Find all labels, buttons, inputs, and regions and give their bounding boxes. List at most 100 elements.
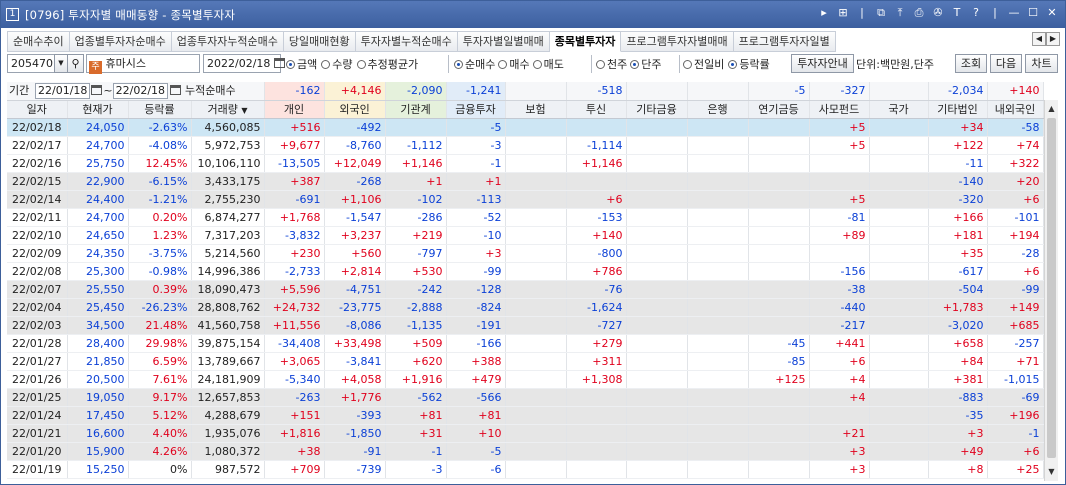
font-icon[interactable]: T <box>950 6 964 20</box>
tab-5[interactable]: 투자자별누적순매수 <box>355 31 458 52</box>
table-row[interactable]: 22/02/10 24,650 1.23% 7,317,203 -3,832 +3,237… <box>7 226 1044 245</box>
next-button[interactable]: 다음 <box>990 54 1022 73</box>
trade-option-2[interactable]: 매수 <box>498 58 530 71</box>
table-row[interactable]: 22/02/16 25,750 12.45% 10,106,110 -13,505 +12… <box>7 154 1044 173</box>
tab-9[interactable]: 프로그램투자자일별 <box>733 31 836 52</box>
amount-option-2[interactable]: 수량 <box>321 58 353 71</box>
stock-name-field[interactable]: 주 휴마시스 <box>86 54 200 74</box>
unit-option-2[interactable]: 단주 <box>630 58 662 71</box>
table-row[interactable]: 22/02/18 24,050 -2.63% 4,560,085 +516 -492 -5 +… <box>7 118 1044 137</box>
column-header[interactable]: 보험 <box>505 100 567 119</box>
table-row[interactable]: 22/01/19 15,250 0% 987,572 +709 -739 -3 -6 +3 +8 +… <box>7 460 1044 479</box>
tab-3[interactable]: 업종투자자누적순매수 <box>171 31 284 52</box>
radio-icon[interactable] <box>356 60 366 69</box>
date-input[interactable]: 2022/02/18 <box>203 54 285 73</box>
radio-icon[interactable] <box>728 60 738 69</box>
column-header[interactable]: 투신 <box>566 100 627 119</box>
ratio-option-2[interactable]: 등락률 <box>728 58 770 71</box>
ratio-option-1[interactable]: 전일비 <box>683 58 724 71</box>
column-header[interactable]: 사모펀드 <box>809 100 870 119</box>
column-header[interactable]: 연기금등 <box>748 100 810 119</box>
column-header[interactable]: 기타금융 <box>626 100 688 119</box>
amount-option-1[interactable]: 금액 <box>286 58 317 71</box>
query-button[interactable]: 조회 <box>955 54 987 73</box>
radio-icon[interactable] <box>596 60 605 69</box>
amount-option-3[interactable]: 추정평균가 <box>356 58 418 71</box>
link-icon[interactable]: ⊞ <box>836 6 850 20</box>
maximize-icon[interactable]: ☐ <box>1026 6 1040 20</box>
radio-icon[interactable] <box>630 60 640 69</box>
table-row[interactable]: 22/02/15 22,900 -6.15% 3,433,175 +387 -268 +1 +… <box>7 172 1044 191</box>
tab-6[interactable]: 투자자별일별매매 <box>457 31 550 52</box>
copy-icon[interactable]: ⧉ <box>874 6 888 20</box>
column-header[interactable]: 개인 <box>264 100 325 119</box>
pin-icon[interactable]: ✇ <box>931 6 945 20</box>
tab-left-icon[interactable]: ◀ <box>1032 32 1046 46</box>
search-icon[interactable]: ⚲ <box>67 54 84 73</box>
table-row[interactable]: 22/02/03 34,500 21.48% 41,560,758 +11,556 -8,… <box>7 316 1044 335</box>
period-to[interactable]: 22/02/18 <box>112 83 169 99</box>
column-header[interactable]: 국가 <box>869 100 929 119</box>
radio-icon[interactable] <box>286 60 295 69</box>
table-cell <box>687 154 749 173</box>
table-row[interactable]: 22/02/14 24,400 -1.21% 2,755,230 -691 +1,106-… <box>7 190 1044 209</box>
table-row[interactable]: 22/02/04 25,450 -26.23% 28,808,762 +24,732 -2… <box>7 298 1044 317</box>
scroll-thumb[interactable] <box>1047 118 1056 458</box>
tab-7[interactable]: 종목별투자자 <box>549 31 622 52</box>
table-row[interactable]: 22/01/21 16,600 4.40% 1,935,076 +1,816 -1,850… <box>7 424 1044 443</box>
scroll-down-icon[interactable]: ▼ <box>1045 465 1058 479</box>
upload-icon[interactable]: ⤒ <box>893 6 907 20</box>
help-icon[interactable]: ? <box>969 6 983 20</box>
tab-8[interactable]: 프로그램투자자별매매 <box>621 31 734 52</box>
unit-option-1[interactable]: 천주 <box>596 58 627 71</box>
radio-icon[interactable] <box>498 60 508 69</box>
calendar-icon[interactable] <box>91 85 103 96</box>
tab-2[interactable]: 업종별투자자순매수 <box>69 31 172 52</box>
next-icon[interactable]: ▸ <box>817 6 831 20</box>
column-header[interactable]: 기관계 <box>385 100 447 119</box>
column-header[interactable]: 현재가 <box>67 100 129 119</box>
column-header[interactable]: 내외국인 <box>987 100 1044 119</box>
close-icon[interactable]: ✕ <box>1045 6 1059 20</box>
chart-button[interactable]: 차트 <box>1025 54 1058 73</box>
table-cell <box>626 226 688 245</box>
column-header[interactable]: 일자 <box>7 100 68 119</box>
sort-icon[interactable]: ▼ <box>241 106 247 115</box>
table-row[interactable]: 22/01/26 20,500 7.61% 24,181,909 -5,340 +4,05… <box>7 370 1044 389</box>
column-header[interactable]: 은행 <box>687 100 749 119</box>
calendar-icon[interactable] <box>273 58 285 68</box>
radio-icon[interactable] <box>683 60 692 69</box>
table-row[interactable]: 22/02/08 25,300 -0.98% 14,996,386 -2,733 +2,8… <box>7 262 1044 281</box>
radio-icon[interactable] <box>321 60 331 69</box>
table-row[interactable]: 22/01/24 17,450 5.12% 4,288,679 +151 -393 +81 +… <box>7 406 1044 425</box>
table-row[interactable]: 22/02/11 24,700 0.20% 6,874,277 +1,768 -1,547… <box>7 208 1044 227</box>
scroll-up-icon[interactable]: ▲ <box>1045 102 1058 116</box>
code-dropdown-icon[interactable]: ▼ <box>54 54 68 73</box>
stock-code-input[interactable]: 205470 <box>7 54 55 73</box>
table-row[interactable]: 22/01/20 15,900 4.26% 1,080,372 +38 -91 -1 -5 +3… <box>7 442 1044 461</box>
investor-guide-button[interactable]: 투자자안내 <box>791 54 854 73</box>
calendar-icon[interactable] <box>170 85 182 96</box>
column-header[interactable]: 금융투자 <box>446 100 506 119</box>
column-header[interactable]: 등락률 <box>128 100 192 119</box>
print-icon[interactable]: ⎙ <box>912 6 926 20</box>
table-row[interactable]: 22/01/27 21,850 6.59% 13,789,667 +3,065 -3,84… <box>7 352 1044 371</box>
radio-icon[interactable] <box>454 60 463 69</box>
column-header[interactable]: 거래량 ▼ <box>191 100 265 119</box>
table-row[interactable]: 22/02/17 24,700 -4.08% 5,972,753 +9,677 -8,76… <box>7 136 1044 155</box>
vertical-scrollbar[interactable]: ▲ ▼ <box>1044 100 1058 481</box>
table-row[interactable]: 22/02/09 24,350 -3.75% 5,214,560 +230 +560 -79… <box>7 244 1044 263</box>
period-from[interactable]: 22/01/18 <box>35 83 91 99</box>
table-row[interactable]: 22/01/25 19,050 9.17% 12,657,853 -263 +1,776-… <box>7 388 1044 407</box>
tab-1[interactable]: 순매수추이 <box>7 31 70 52</box>
tab-4[interactable]: 당일매매현황 <box>283 31 356 52</box>
table-row[interactable]: 22/02/07 25,550 0.39% 18,090,473 +5,596 -4,75… <box>7 280 1044 299</box>
tab-right-icon[interactable]: ▶ <box>1046 32 1060 46</box>
minimize-icon[interactable]: — <box>1007 6 1021 20</box>
table-row[interactable]: 22/01/28 28,400 29.98% 39,875,154 -34,408 +33… <box>7 334 1044 353</box>
trade-option-3[interactable]: 매도 <box>532 58 564 71</box>
column-header[interactable]: 외국인 <box>324 100 386 119</box>
trade-option-1[interactable]: 순매수 <box>454 58 495 71</box>
radio-icon[interactable] <box>532 60 542 69</box>
column-header[interactable]: 기타법인 <box>928 100 988 119</box>
